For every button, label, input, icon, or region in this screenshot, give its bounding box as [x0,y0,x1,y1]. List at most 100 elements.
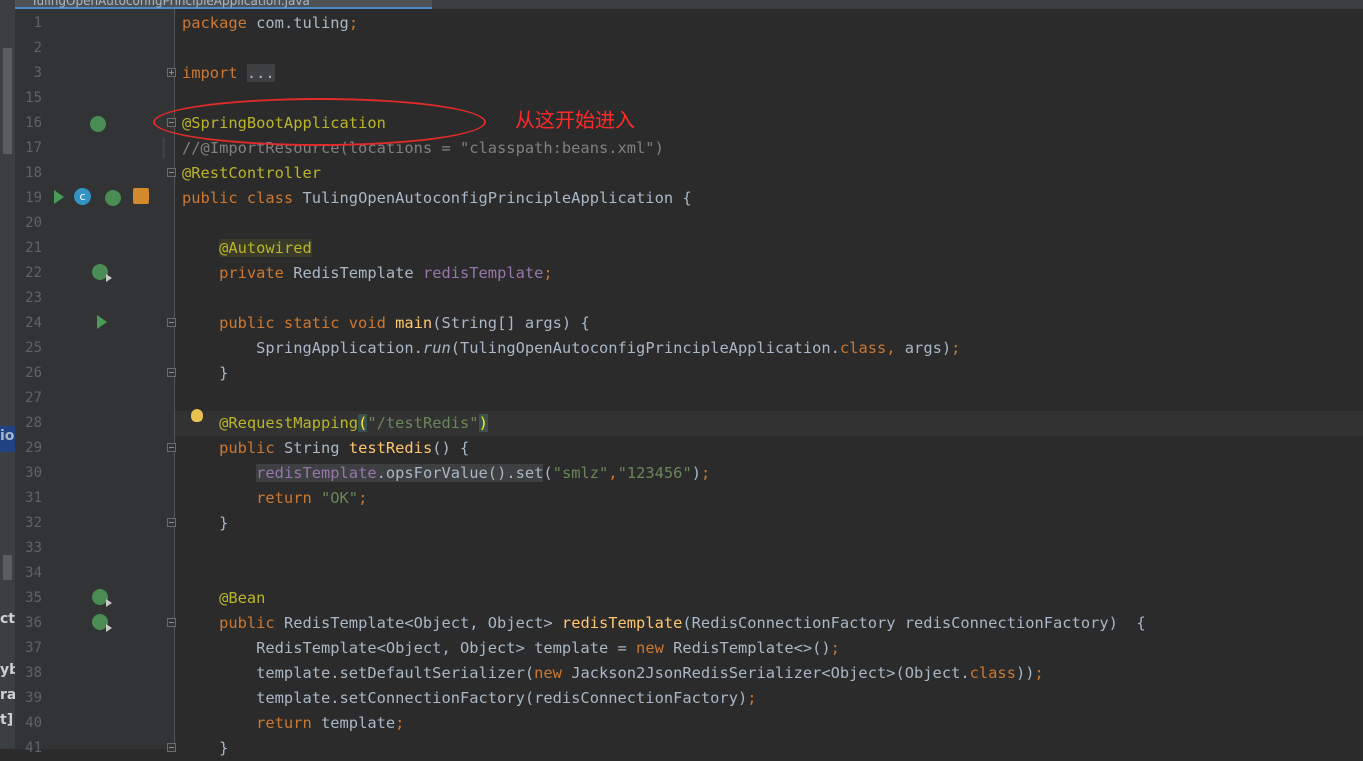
line-number[interactable]: 34 [15,561,42,586]
code-token: RedisTemplate<Object, Object> template = [182,639,637,657]
line-number[interactable]: 20 [15,211,42,236]
code-token: ; [1034,664,1044,682]
fold-collapse-icon[interactable] [167,318,176,327]
code-token: "/testRedis" [367,414,479,432]
line-number[interactable]: 31 [15,486,42,511]
code-line[interactable]: template.setDefaultSerializer(new Jackso… [182,661,1044,686]
line-number[interactable]: 17 [15,136,42,161]
fold-end-icon[interactable] [167,743,176,752]
code-line[interactable]: public static void main(String[] args) { [182,311,590,336]
code-line[interactable]: redisTemplate.opsForValue().set("smlz","… [182,461,710,486]
run-main-icon[interactable] [97,315,107,329]
code-line[interactable]: } [182,511,228,536]
code-line[interactable]: @Bean [182,586,265,611]
code-line[interactable]: SpringApplication.run(TulingOpenAutoconf… [182,336,960,361]
left-panel-scroll-thumb[interactable] [3,48,12,154]
code-token: Jackson2JsonRedisSerializer<Object>(Obje… [571,664,970,682]
code-token: ; [543,264,553,282]
code-token: @Bean [219,589,266,607]
line-number[interactable]: 39 [15,686,42,711]
code-token: String [283,439,349,457]
code-token: SpringApplication. [182,339,423,357]
code-token: new [636,639,674,657]
code-line[interactable]: } [182,361,228,386]
line-number[interactable]: 15 [15,86,42,111]
line-number[interactable]: 18 [15,161,42,186]
code-line[interactable]: return template; [182,711,404,736]
code-token: @Autowired [219,239,312,257]
editor-tab-active[interactable]: TulingOpenAutoconfigPrincipleApplication… [15,0,432,9]
code-token: com.tuling [256,14,349,32]
code-token: template.setDefaultSerializer( [182,664,535,682]
line-number[interactable]: 36 [15,611,42,636]
code-line[interactable]: template.setConnectionFactory(redisConne… [182,686,756,711]
code-token: )) [1015,664,1035,682]
code-line[interactable]: @RestController [182,161,321,186]
code-line[interactable]: import ... [182,61,275,86]
line-number[interactable]: 37 [15,636,42,661]
line-number[interactable]: 16 [15,111,42,136]
code-token: RedisTemplate [293,264,423,282]
line-number[interactable]: 25 [15,336,42,361]
line-number[interactable]: 32 [15,511,42,536]
code-line[interactable]: return "OK"; [182,486,367,511]
bean-navigate-icon[interactable] [92,614,112,632]
bean-navigate-icon[interactable] [92,589,112,607]
code-token: public static void [182,314,396,332]
line-number[interactable]: 38 [15,661,42,686]
code-line[interactable]: public class TulingOpenAutoconfigPrincip… [182,186,692,211]
code-line[interactable]: RedisTemplate<Object, Object> template =… [182,636,840,661]
line-number[interactable]: 24 [15,311,42,336]
code-token: ; [951,339,961,357]
code-token: @RequestMapping [219,414,359,432]
code-token: template [321,714,396,732]
spring-class-icon[interactable]: c [74,188,91,205]
spring-bean-icon[interactable] [105,190,121,206]
bean-search-icon[interactable] [90,116,106,132]
editor-tab-bar: TulingOpenAutoconfigPrincipleApplication… [15,0,1363,9]
line-number[interactable]: 29 [15,436,42,461]
line-number[interactable]: 21 [15,236,42,261]
code-line[interactable]: @RequestMapping("/testRedis") [182,411,488,436]
code-line[interactable]: private RedisTemplate redisTemplate; [182,261,553,286]
code-token: "OK" [321,489,359,507]
code-line[interactable]: public String testRedis() { [182,436,469,461]
fold-collapse-icon[interactable] [167,168,176,177]
line-number[interactable]: 40 [15,711,42,736]
fold-end-icon[interactable] [167,518,176,527]
code-token: public [182,439,284,457]
code-token: ; [830,639,840,657]
line-number[interactable]: 28 [15,411,42,436]
code-token: (String[] args) { [432,314,590,332]
intention-bulb-icon[interactable] [191,409,203,422]
line-number[interactable]: 1 [15,11,42,36]
code-token: redisTemplate [561,614,683,632]
code-line[interactable]: package com.tuling; [182,11,358,36]
spring-mapping-icon[interactable] [133,188,149,204]
line-number[interactable]: 27 [15,386,42,411]
line-number[interactable]: 19 [15,186,42,211]
line-number[interactable]: 3 [15,61,42,86]
code-token: ; [701,464,711,482]
run-icon[interactable] [54,190,64,204]
line-number[interactable]: 2 [15,36,42,61]
line-number[interactable]: 30 [15,461,42,486]
autowired-navigate-icon[interactable] [92,264,112,282]
line-number[interactable]: 23 [15,286,42,311]
code-token: "smlz" [552,464,609,482]
fold-collapse-icon[interactable] [167,443,176,452]
line-number[interactable]: 22 [15,261,42,286]
code-line[interactable]: public RedisTemplate<Object, Object> red… [182,611,1146,636]
fold-end-icon[interactable] [167,368,176,377]
line-number[interactable]: 35 [15,586,42,611]
code-token: args) [904,339,952,357]
code-line[interactable]: @Autowired [182,236,312,261]
line-number[interactable]: 26 [15,361,42,386]
line-number[interactable]: 33 [15,536,42,561]
code-token: class [969,664,1016,682]
code-token: new [534,664,572,682]
fold-collapse-icon[interactable] [167,618,176,627]
fold-expand-icon[interactable] [167,68,176,77]
